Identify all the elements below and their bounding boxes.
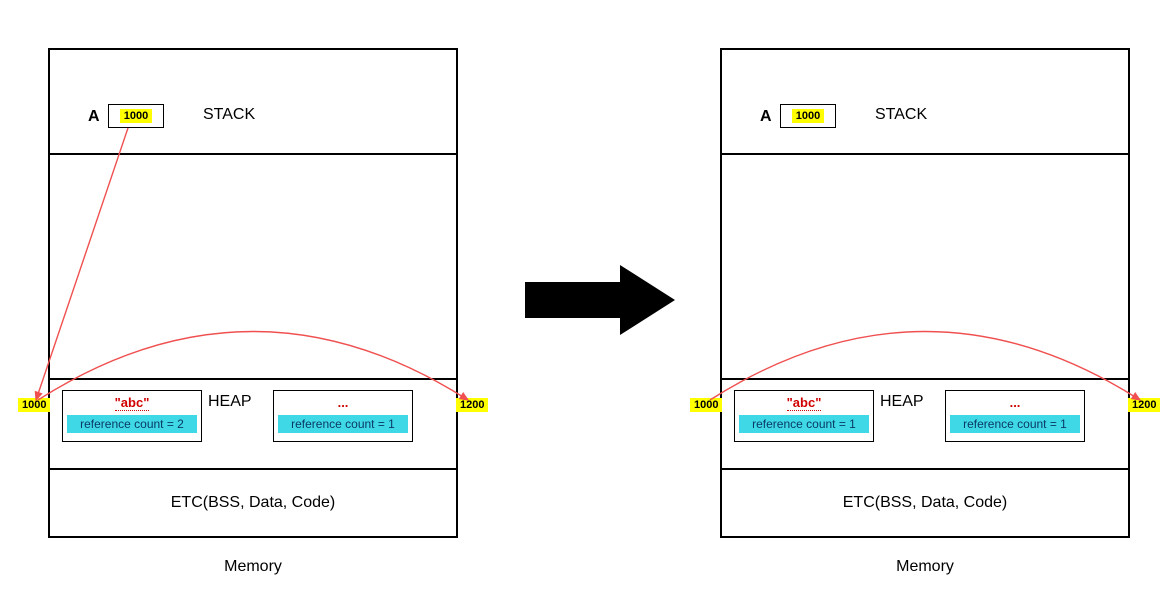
memory-divider [720, 468, 1130, 470]
stack-var-value: 1000 [120, 109, 152, 123]
heap-refcount: reference count = 1 [950, 415, 1080, 433]
stack-var-label: A [88, 108, 100, 126]
heap-refcount: reference count = 1 [278, 415, 408, 433]
heap-refcount: reference count = 2 [67, 415, 197, 433]
etc-section-label: ETC(BSS, Data, Code) [720, 494, 1130, 512]
heap-addr-left: 1000 [18, 398, 50, 412]
stack-section-label: STACK [203, 106, 255, 124]
memory-caption: Memory [48, 558, 458, 576]
stack-var-box: 1000 [780, 104, 836, 128]
heap-object: ... reference count = 1 [273, 390, 413, 442]
memory-divider [720, 378, 1130, 380]
stack-var-label: A [760, 108, 772, 126]
heap-object: "abc" reference count = 2 [62, 390, 202, 442]
memory-diagram-after: A 1000 STACK 1000 1200 "abc" reference c… [720, 48, 1130, 558]
heap-object-value: ... [274, 391, 412, 415]
stack-section-label: STACK [875, 106, 927, 124]
heap-addr-left: 1000 [690, 398, 722, 412]
heap-refcount: reference count = 1 [739, 415, 869, 433]
heap-object-value: "abc" [63, 391, 201, 415]
memory-diagram-before: A 1000 STACK 1000 1200 "abc" reference c… [48, 48, 458, 558]
heap-section-label: HEAP [880, 393, 924, 411]
memory-caption: Memory [720, 558, 1130, 576]
stack-var-value: 1000 [792, 109, 824, 123]
memory-divider [48, 468, 458, 470]
transition-arrow-icon [525, 260, 675, 345]
heap-object: ... reference count = 1 [945, 390, 1085, 442]
heap-section-label: HEAP [208, 393, 252, 411]
memory-divider [48, 378, 458, 380]
heap-addr-right: 1200 [1128, 398, 1160, 412]
heap-object: "abc" reference count = 1 [734, 390, 874, 442]
heap-object-value: ... [946, 391, 1084, 415]
etc-section-label: ETC(BSS, Data, Code) [48, 494, 458, 512]
heap-object-value: "abc" [735, 391, 873, 415]
memory-divider [48, 153, 458, 155]
memory-divider [720, 153, 1130, 155]
heap-addr-right: 1200 [456, 398, 488, 412]
stack-var-box: 1000 [108, 104, 164, 128]
